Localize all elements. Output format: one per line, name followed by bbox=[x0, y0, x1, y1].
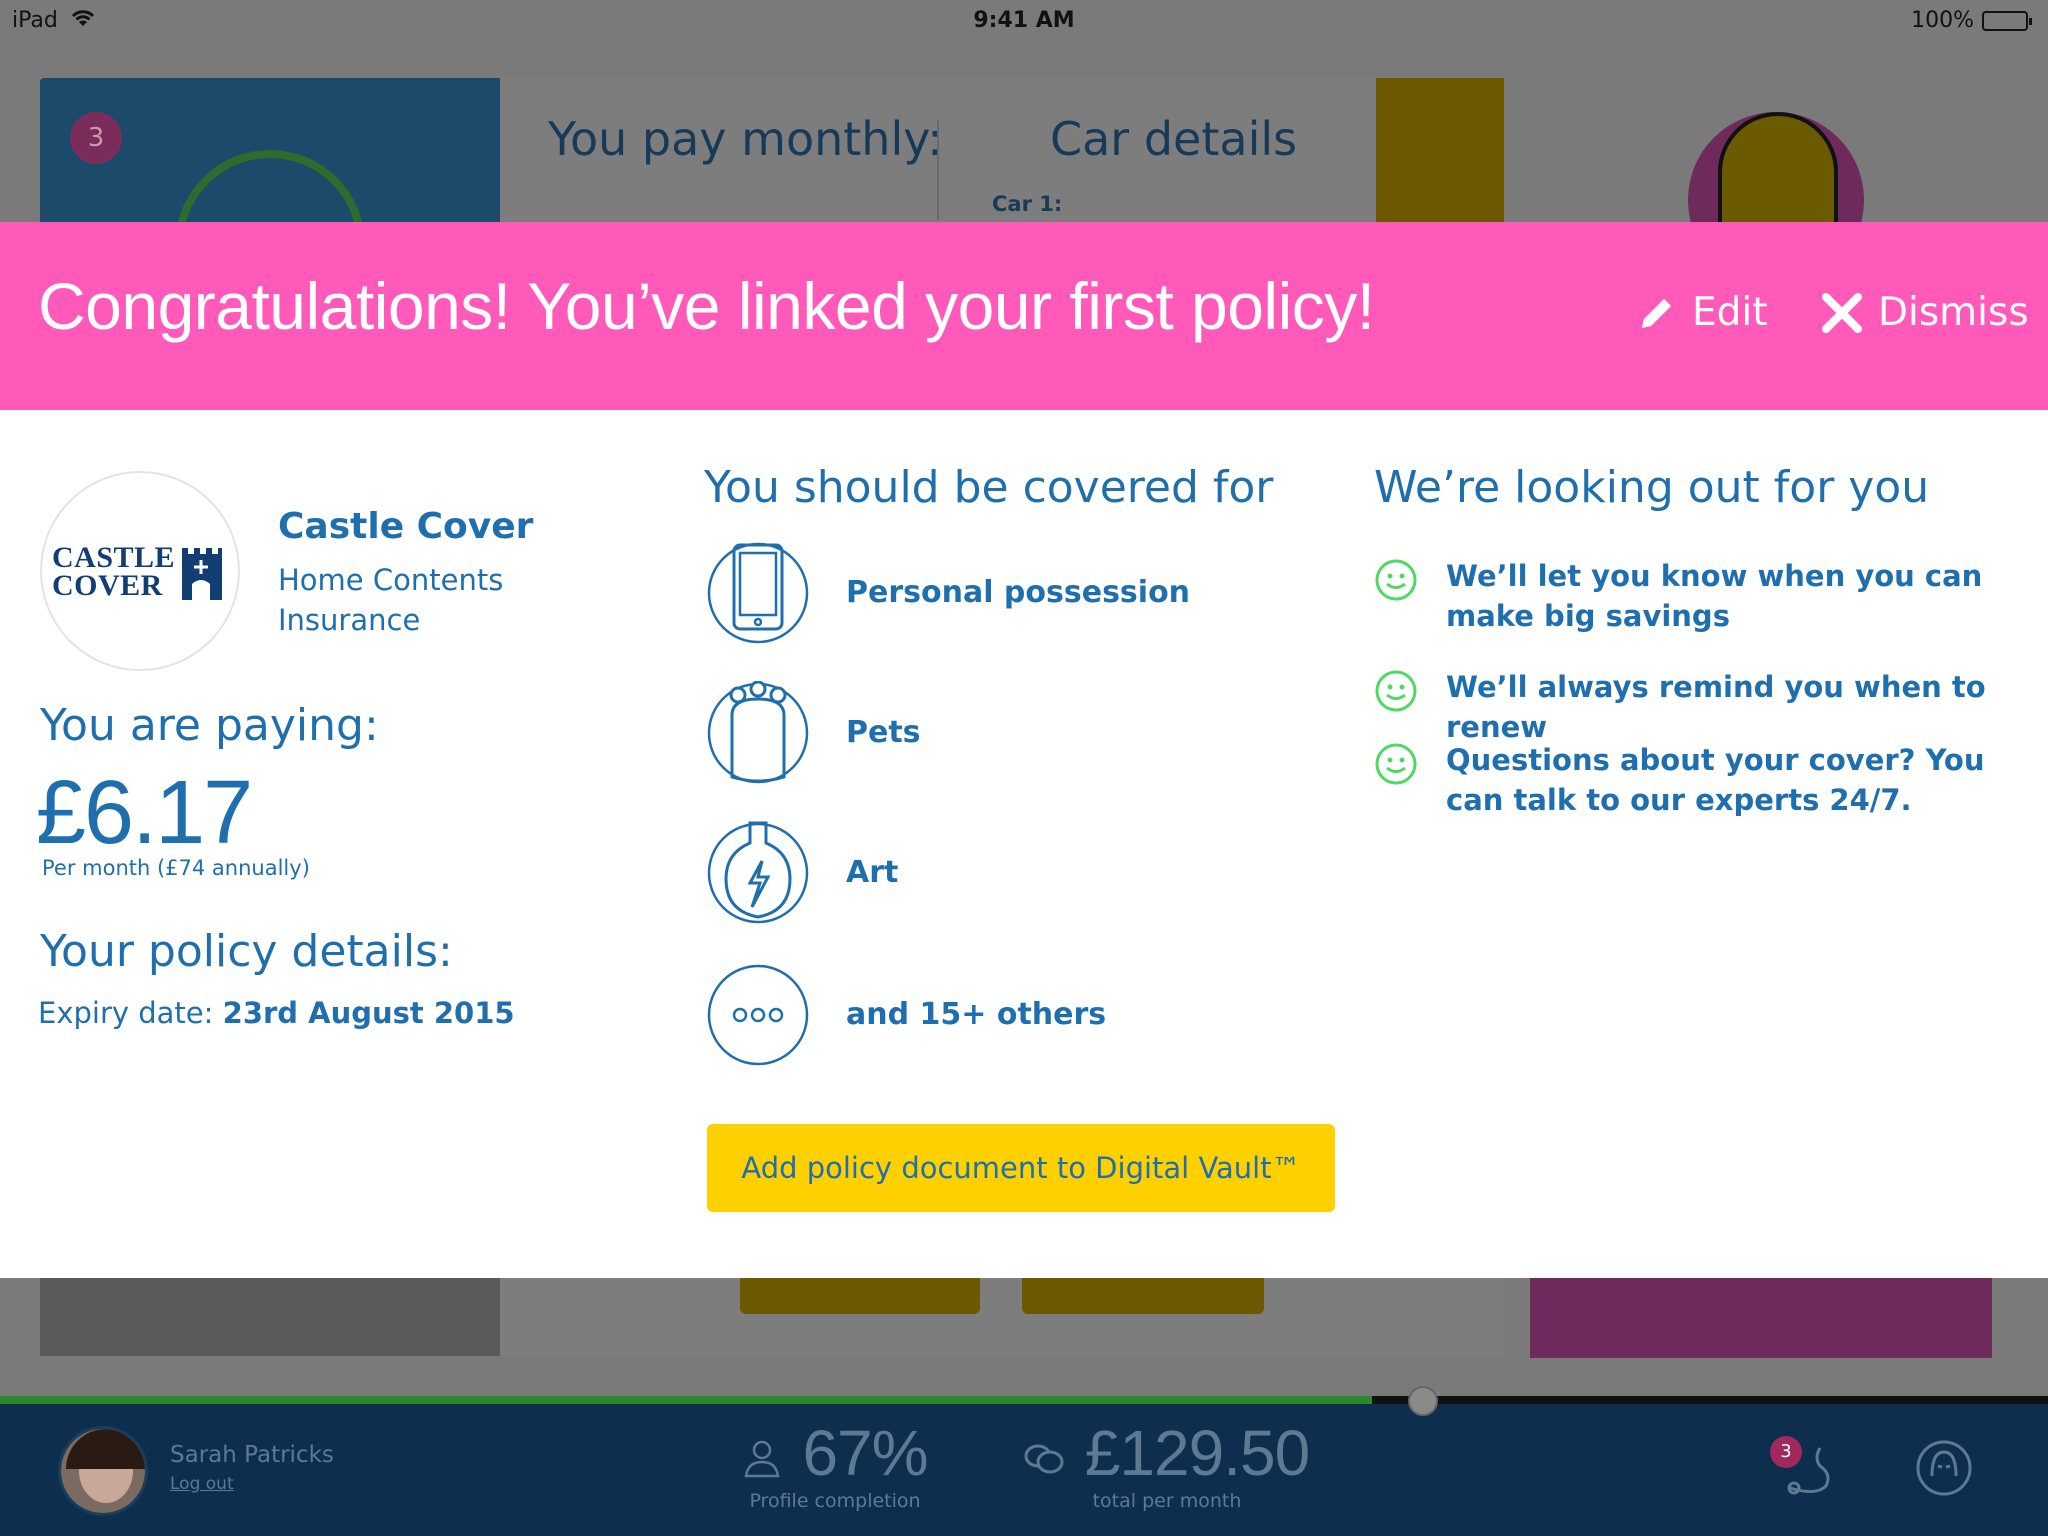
add-to-digital-vault-button[interactable]: Add policy document to Digital Vault™ bbox=[707, 1124, 1335, 1212]
battery-icon bbox=[1982, 10, 2032, 31]
user-name: Sarah Patricks bbox=[170, 1442, 334, 1468]
background-divider bbox=[937, 120, 939, 220]
paying-note: Per month (£74 annually) bbox=[42, 856, 310, 880]
assistant-icon[interactable] bbox=[1912, 1436, 1976, 1500]
cover-label: Art bbox=[846, 855, 899, 890]
profile-completion-label: Profile completion bbox=[749, 1490, 921, 1512]
user-avatar[interactable] bbox=[58, 1426, 148, 1516]
close-icon bbox=[1822, 292, 1862, 333]
lookout-heading: We’re looking out for you bbox=[1374, 462, 1930, 513]
total-amount: £129.50 bbox=[1084, 1417, 1310, 1489]
expiry-date: Expiry date: 23rd August 2015 bbox=[38, 996, 515, 1030]
vase-icon bbox=[707, 821, 809, 924]
background-pay-monthly: You pay monthly: bbox=[548, 112, 943, 166]
paying-label: You are paying: bbox=[40, 700, 379, 751]
status-bar: iPad 9:41 AM 100% bbox=[0, 0, 2048, 40]
progress-knob[interactable] bbox=[1408, 1386, 1438, 1416]
expiry-label: Expiry date: bbox=[38, 996, 214, 1030]
background-button-1 bbox=[740, 1278, 980, 1314]
cover-item: Personal possession bbox=[706, 541, 1266, 645]
logout-link[interactable]: Log out bbox=[170, 1474, 234, 1494]
lookout-text: We’ll always remind you when to renew bbox=[1446, 670, 1986, 744]
total-label: total per month bbox=[1092, 1490, 1242, 1512]
policy-type: Home Contents Insurance bbox=[278, 563, 504, 637]
provider-name: Castle Cover bbox=[278, 506, 534, 547]
cover-label: and 15+ others bbox=[846, 997, 1107, 1032]
background-badge: 3 bbox=[70, 112, 122, 164]
covered-heading: You should be covered for bbox=[704, 462, 1274, 513]
smiley-icon bbox=[1375, 670, 1417, 712]
smiley-icon bbox=[1375, 559, 1417, 601]
cover-label: Personal possession bbox=[846, 575, 1191, 610]
dismiss-label: Dismiss bbox=[1878, 290, 2029, 335]
cover-label: Pets bbox=[846, 715, 921, 750]
cover-item: Pets bbox=[706, 681, 1266, 785]
edit-button[interactable]: Edit bbox=[1636, 290, 1768, 335]
provider-logo-text: CASTLE COVER bbox=[52, 541, 176, 602]
profile-completion-stat: 67% Profile completion bbox=[740, 1416, 930, 1512]
background-grey-tile bbox=[40, 1278, 500, 1356]
cover-item: and 15+ others bbox=[706, 963, 1266, 1067]
policy-details-label: Your policy details: bbox=[40, 926, 453, 977]
dismiss-button[interactable]: Dismiss bbox=[1820, 290, 2029, 335]
background-car-details: Car details bbox=[1050, 112, 1298, 166]
clock: 9:41 AM bbox=[973, 8, 1075, 33]
profile-percent: 67% bbox=[802, 1417, 928, 1489]
battery-percent: 100% bbox=[1911, 8, 1974, 33]
castle-icon bbox=[182, 548, 222, 600]
banner-title: Congratulations! You’ve linked your firs… bbox=[38, 269, 1375, 343]
logo-line-1: CASTLE bbox=[52, 541, 176, 574]
background-car-1: Car 1: bbox=[992, 192, 1063, 216]
lookout-text: Questions about your cover? You can talk… bbox=[1446, 743, 1985, 817]
expiry-value: 23rd August 2015 bbox=[222, 996, 515, 1030]
notification-badge: 3 bbox=[1770, 1436, 1802, 1468]
background-yellow-tile bbox=[1376, 78, 1504, 238]
cover-item: Art bbox=[706, 821, 1266, 925]
smiley-icon bbox=[1375, 743, 1417, 785]
profile-progress-fill bbox=[0, 1396, 1373, 1404]
battery-indicator: 100% bbox=[1911, 8, 2032, 33]
total-per-month-stat: £129.50 total per month bbox=[1022, 1416, 1312, 1512]
lookout-text: We’ll let you know when you can make big… bbox=[1446, 559, 1983, 633]
tablet-icon bbox=[707, 542, 809, 644]
background-button-2 bbox=[1022, 1278, 1264, 1314]
more-icon bbox=[707, 964, 809, 1066]
pet-bowl-icon bbox=[707, 681, 809, 784]
paying-amount: £6.17 bbox=[36, 763, 253, 863]
edit-label: Edit bbox=[1692, 290, 1768, 335]
background-pink-tile bbox=[1530, 1278, 1992, 1358]
pencil-icon bbox=[1642, 298, 1671, 328]
logo-line-2: COVER bbox=[52, 569, 163, 602]
